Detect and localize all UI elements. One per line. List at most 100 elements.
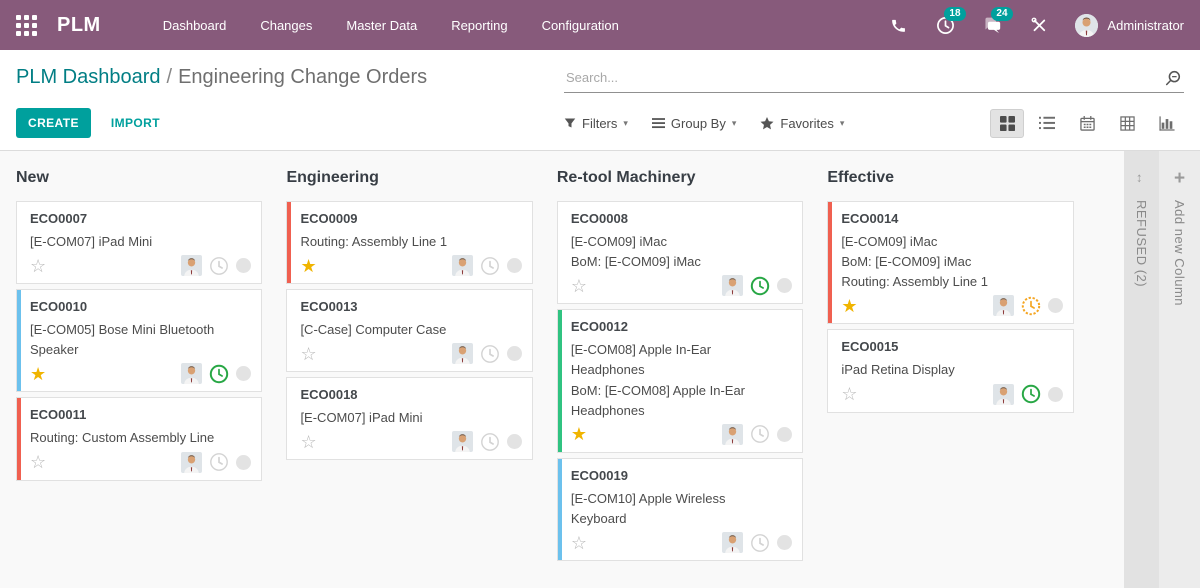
- menu-configuration[interactable]: Configuration: [542, 18, 619, 33]
- kanban-state-dot[interactable]: [1048, 298, 1063, 313]
- collapsed-column-title[interactable]: REFUSED (2): [1134, 200, 1149, 287]
- phone-icon[interactable]: [887, 14, 909, 36]
- assignee-avatar[interactable]: [722, 532, 743, 553]
- view-calendar-button[interactable]: [1070, 109, 1104, 138]
- eco-card[interactable]: ECO0013 [C-Case] Computer Case ☆: [286, 289, 532, 372]
- eco-card[interactable]: ECO0015 iPad Retina Display ☆: [827, 329, 1073, 412]
- create-button[interactable]: CREATE: [16, 108, 91, 138]
- filters-dropdown[interactable]: Filters▾: [564, 116, 628, 131]
- priority-star-icon[interactable]: ★: [30, 365, 46, 383]
- eco-card[interactable]: ECO0018 [E-COM07] iPad Mini ☆: [286, 377, 532, 460]
- priority-star-icon[interactable]: ☆: [30, 453, 46, 471]
- activity-clock-icon[interactable]: [209, 256, 229, 276]
- kanban-state-dot[interactable]: [236, 366, 251, 381]
- eco-card[interactable]: ECO0019 [E-COM10] Apple Wireless Keyboar…: [557, 458, 803, 561]
- menu-reporting[interactable]: Reporting: [451, 18, 507, 33]
- assignee-avatar[interactable]: [181, 363, 202, 384]
- eco-card[interactable]: ECO0014 [E-COM09] iMac BoM: [E-COM09] iM…: [827, 201, 1073, 324]
- view-pivot-button[interactable]: [1110, 109, 1144, 138]
- menu-dashboard[interactable]: Dashboard: [163, 18, 227, 33]
- column-title[interactable]: Re-tool Machinery: [557, 169, 803, 187]
- assignee-avatar[interactable]: [452, 255, 473, 276]
- card-color-bar: [828, 330, 832, 411]
- view-graph-button[interactable]: [1150, 109, 1184, 138]
- kanban-state-dot[interactable]: [507, 434, 522, 449]
- add-new-column-button[interactable]: + Add new Column: [1159, 151, 1200, 588]
- activity-clock-icon[interactable]: [209, 364, 229, 384]
- kanban-state-dot[interactable]: [777, 535, 792, 550]
- breadcrumb-parent[interactable]: PLM Dashboard: [16, 66, 161, 88]
- assignee-avatar[interactable]: [722, 275, 743, 296]
- activity-clock-icon[interactable]: [480, 256, 500, 276]
- assignee-avatar[interactable]: [452, 431, 473, 452]
- activity-clock-icon[interactable]: [750, 533, 770, 553]
- kanban-state-dot[interactable]: [236, 258, 251, 273]
- activity-clock-icon[interactable]: [750, 424, 770, 444]
- main-menu: Dashboard Changes Master Data Reporting …: [163, 18, 619, 33]
- import-button[interactable]: IMPORT: [111, 116, 160, 130]
- activity-clock-icon[interactable]: [209, 452, 229, 472]
- column-title[interactable]: Engineering: [286, 169, 532, 187]
- card-footer: ☆: [841, 384, 1062, 405]
- activity-clock-icon[interactable]: [750, 276, 770, 296]
- view-list-button[interactable]: [1030, 109, 1064, 138]
- priority-star-icon[interactable]: ★: [571, 425, 587, 443]
- assignee-avatar[interactable]: [452, 343, 473, 364]
- priority-star-icon[interactable]: ☆: [841, 385, 857, 403]
- activity-clock-icon[interactable]: [1021, 384, 1041, 404]
- eco-description: [C-Case] Computer Case: [300, 320, 521, 340]
- search-icon[interactable]: [1164, 69, 1182, 92]
- priority-star-icon[interactable]: ☆: [300, 345, 316, 363]
- expand-column-icon[interactable]: ↔: [1134, 172, 1149, 185]
- activity-clock-icon[interactable]: [480, 344, 500, 364]
- menu-master-data[interactable]: Master Data: [346, 18, 417, 33]
- priority-star-icon[interactable]: ☆: [571, 277, 587, 295]
- kanban-state-dot[interactable]: [777, 278, 792, 293]
- app-title[interactable]: PLM: [57, 14, 101, 37]
- activities-clock-icon[interactable]: 18: [934, 14, 956, 36]
- assignee-avatar[interactable]: [722, 424, 743, 445]
- assignee-avatar[interactable]: [993, 295, 1014, 316]
- priority-star-icon[interactable]: ★: [300, 257, 316, 275]
- eco-number: ECO0010: [30, 299, 251, 314]
- assignee-avatar[interactable]: [181, 255, 202, 276]
- kanban-state-dot[interactable]: [1048, 387, 1063, 402]
- column-title[interactable]: Effective: [827, 169, 1073, 187]
- collapsed-column-refused[interactable]: ↔ REFUSED (2): [1124, 151, 1159, 588]
- favorites-dropdown[interactable]: Favorites▾: [760, 116, 844, 131]
- group-by-bars-icon: [652, 117, 665, 129]
- priority-star-icon[interactable]: ☆: [30, 257, 46, 275]
- view-kanban-button[interactable]: [990, 109, 1024, 138]
- group-by-dropdown[interactable]: Group By▾: [652, 116, 736, 131]
- user-menu[interactable]: Administrator: [1075, 14, 1184, 37]
- priority-star-icon[interactable]: ★: [841, 297, 857, 315]
- kanban-state-dot[interactable]: [777, 427, 792, 442]
- card-footer: ★: [300, 255, 521, 276]
- eco-card[interactable]: ECO0009 Routing: Assembly Line 1 ★: [286, 201, 532, 284]
- priority-star-icon[interactable]: ☆: [300, 433, 316, 451]
- developer-tools-icon[interactable]: [1028, 14, 1050, 36]
- eco-number: ECO0009: [300, 211, 521, 226]
- column-title[interactable]: New: [16, 169, 262, 187]
- kanban-column-retool-machinery: Re-tool Machinery ECO0008 [E-COM09] iMac…: [557, 151, 803, 588]
- kanban-state-dot[interactable]: [236, 455, 251, 470]
- assignee-avatar[interactable]: [181, 452, 202, 473]
- activities-badge: 18: [944, 7, 965, 21]
- kanban-state-dot[interactable]: [507, 258, 522, 273]
- eco-card[interactable]: ECO0007 [E-COM07] iPad Mini ☆: [16, 201, 262, 284]
- eco-card[interactable]: ECO0012 [E-COM08] Apple In-Ear Headphone…: [557, 309, 803, 453]
- assignee-avatar[interactable]: [993, 384, 1014, 405]
- user-avatar: [1075, 14, 1098, 37]
- priority-star-icon[interactable]: ☆: [571, 534, 587, 552]
- menu-changes[interactable]: Changes: [260, 18, 312, 33]
- apps-menu-icon[interactable]: [16, 15, 37, 36]
- kanban-state-dot[interactable]: [507, 346, 522, 361]
- activity-clock-icon[interactable]: [1021, 296, 1041, 316]
- card-color-bar: [17, 398, 21, 479]
- messages-icon[interactable]: 24: [981, 14, 1003, 36]
- eco-card[interactable]: ECO0010 [E-COM05] Bose Mini Bluetooth Sp…: [16, 289, 262, 392]
- activity-clock-icon[interactable]: [480, 432, 500, 452]
- eco-card[interactable]: ECO0008 [E-COM09] iMac BoM: [E-COM09] iM…: [557, 201, 803, 304]
- eco-card[interactable]: ECO0011 Routing: Custom Assembly Line ☆: [16, 397, 262, 480]
- search-input[interactable]: [564, 64, 1184, 93]
